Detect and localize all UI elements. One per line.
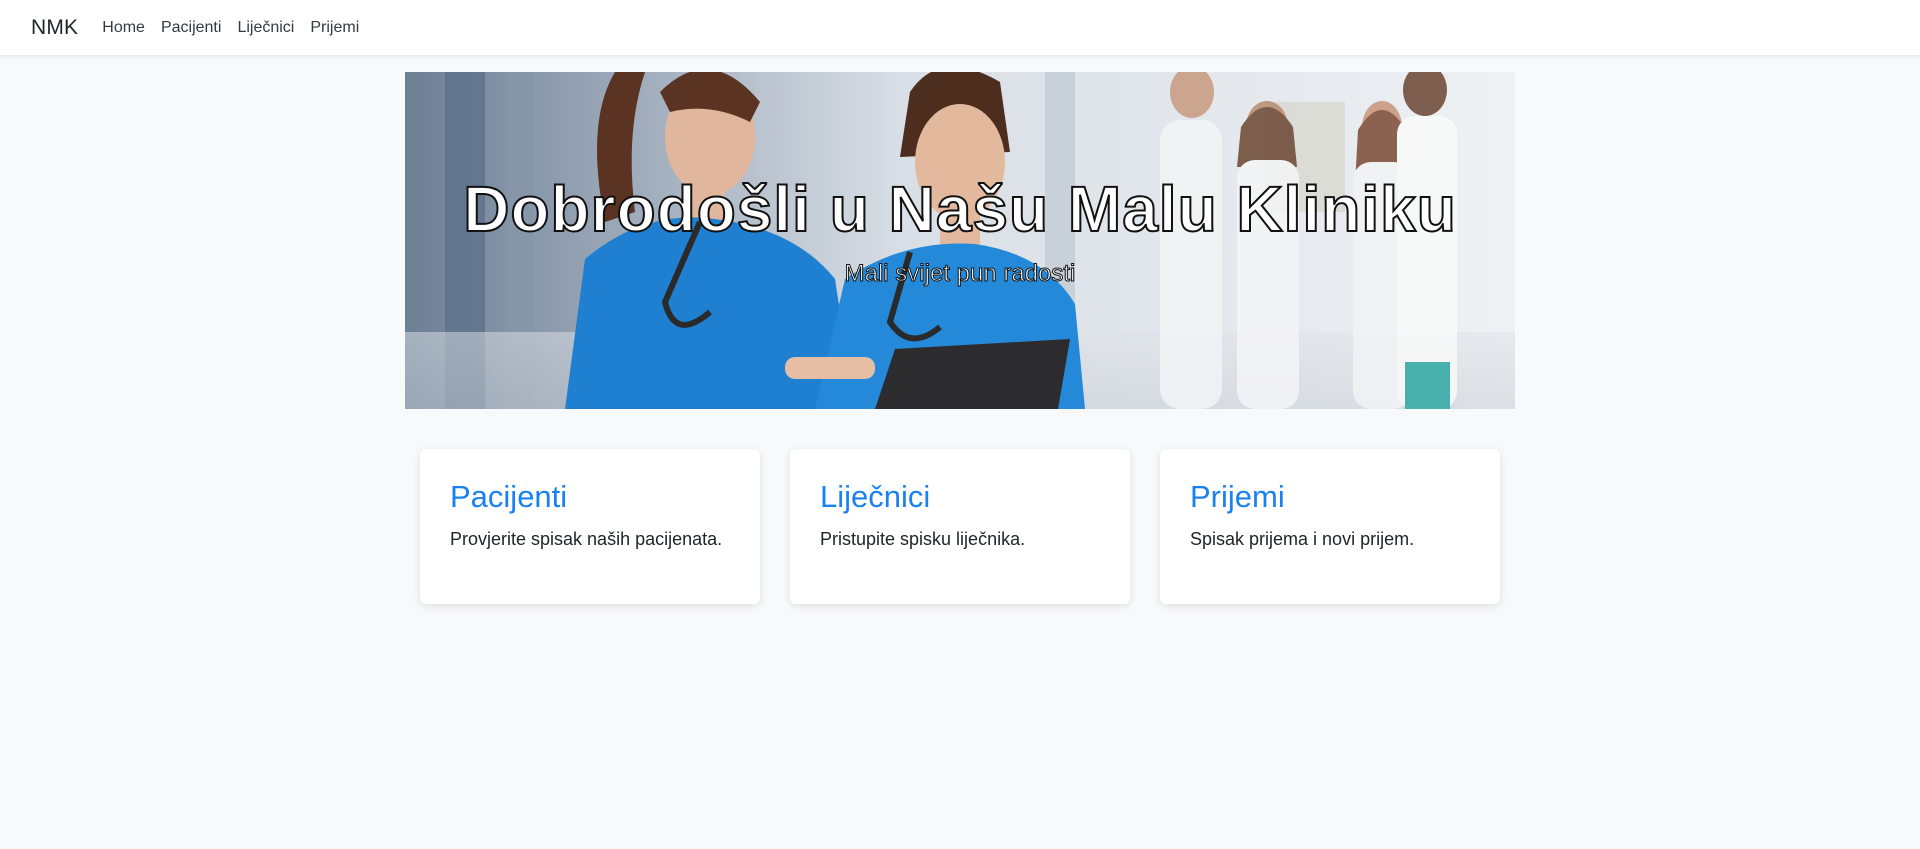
- card-title-lijecnici[interactable]: Liječnici: [820, 479, 1100, 515]
- card-prijemi[interactable]: Prijemi Spisak prijema i novi prijem.: [1160, 449, 1500, 604]
- top-navbar: NMK Home Pacijenti Liječnici Prijemi: [0, 0, 1920, 55]
- card-lijecnici[interactable]: Liječnici Pristupite spisku liječnika.: [790, 449, 1130, 604]
- hero-banner: Dobrodošli u Našu Malu Kliniku Mali svij…: [405, 72, 1515, 409]
- nav-link-prijemi[interactable]: Prijemi: [310, 19, 359, 37]
- card-text-pacijenti: Provjerite spisak naših pacijenata.: [450, 528, 723, 549]
- card-title-prijemi[interactable]: Prijemi: [1190, 479, 1470, 515]
- nav-link-home[interactable]: Home: [102, 19, 145, 37]
- card-text-prijemi: Spisak prijema i novi prijem.: [1190, 528, 1415, 549]
- card-title-pacijenti[interactable]: Pacijenti: [450, 479, 730, 515]
- card-pacijenti[interactable]: Pacijenti Provjerite spisak naših pacije…: [420, 449, 760, 604]
- card-text-lijecnici: Pristupite spisku liječnika.: [820, 528, 1026, 549]
- hero-subtitle: Mali svijet pun radosti: [844, 260, 1076, 288]
- brand-logo-link[interactable]: NMK: [31, 16, 78, 40]
- nav-link-lijecnici[interactable]: Liječnici: [237, 19, 294, 37]
- nav-link-pacijenti[interactable]: Pacijenti: [161, 19, 221, 37]
- hero-title: Dobrodošli u Našu Malu Kliniku: [462, 172, 1457, 246]
